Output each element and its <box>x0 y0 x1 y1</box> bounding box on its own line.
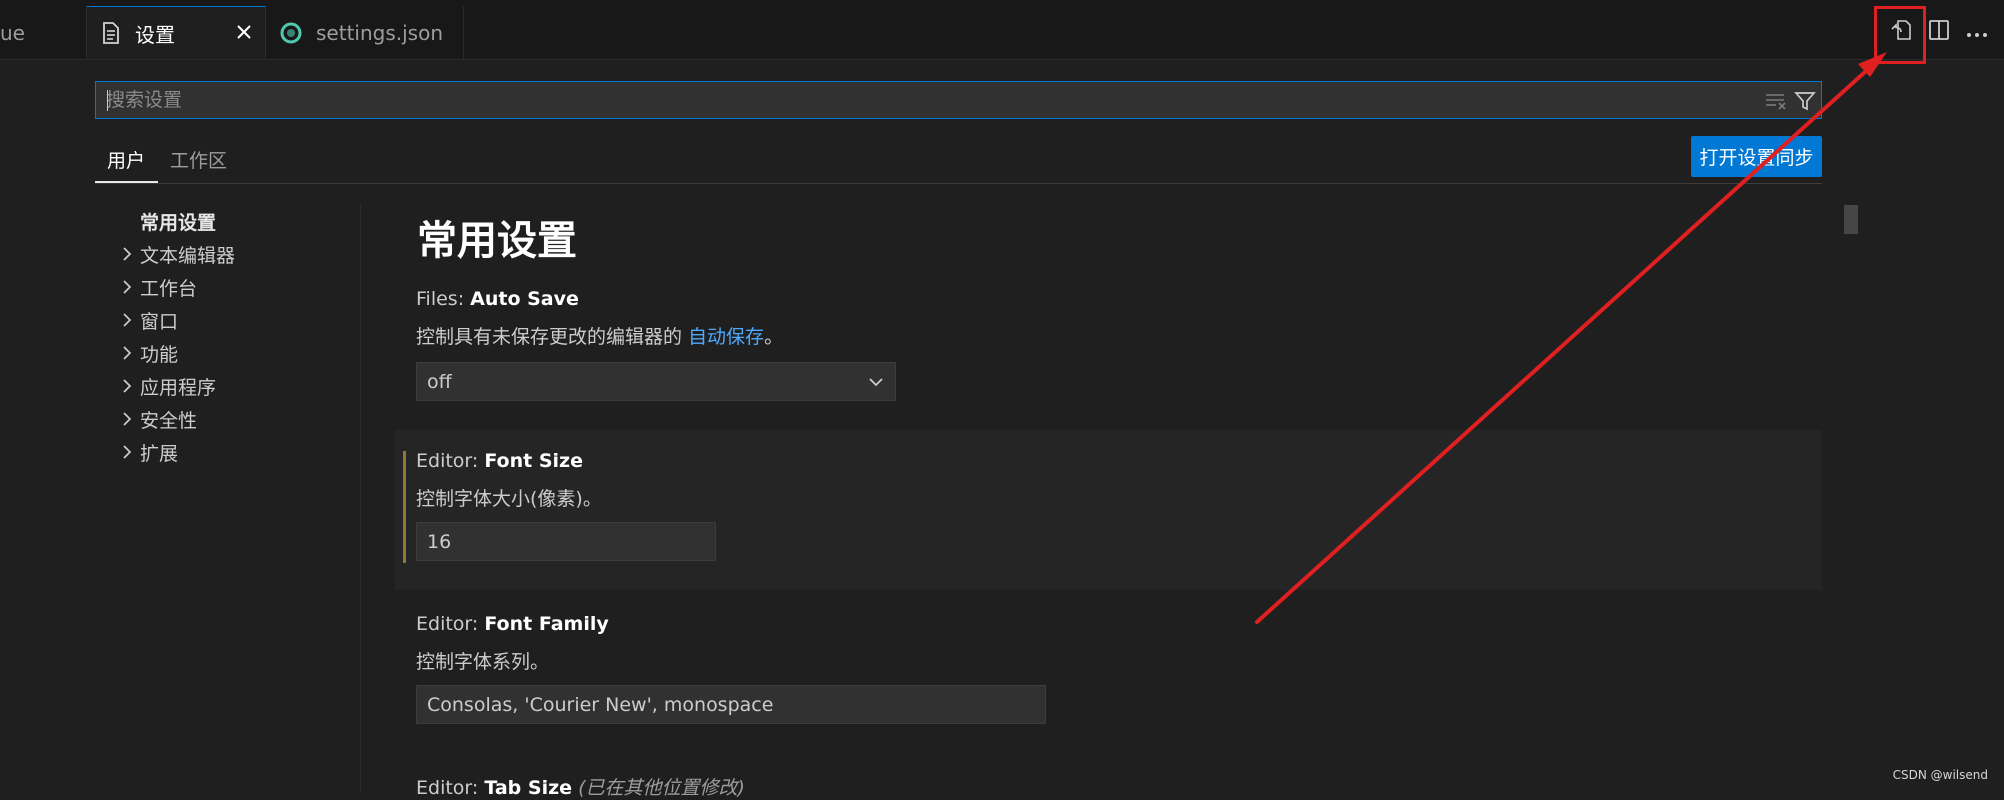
chevron-right-icon <box>123 379 132 393</box>
setting-desc-font-size: 控制字体大小(像素)。 <box>416 488 602 510</box>
json-file-icon <box>280 22 302 44</box>
settings-file-icon <box>101 22 121 44</box>
modified-elsewhere-note: (已在其他位置修改) <box>578 777 745 799</box>
toc-item-features[interactable]: 功能 <box>123 340 179 366</box>
more-actions-icon <box>1966 23 1988 42</box>
setting-title-auto-save: Files: Auto Save <box>416 288 579 310</box>
focused-setting-row <box>395 430 1822 590</box>
search-input[interactable] <box>106 82 1746 118</box>
toc-item-label: 应用程序 <box>140 376 217 399</box>
toc-item-extensions[interactable]: 扩展 <box>123 439 179 465</box>
auto-save-value: off <box>427 370 452 393</box>
setting-name: Font Size <box>484 450 583 472</box>
modified-indicator <box>403 451 406 563</box>
setting-name: Auto Save <box>470 288 579 310</box>
toc-item-common[interactable]: 常用设置 <box>140 208 216 234</box>
toc-item-security[interactable]: 安全性 <box>123 406 198 432</box>
scope-divider <box>95 183 1822 184</box>
setting-desc-suffix: 。 <box>764 326 784 348</box>
toc-item-label: 安全性 <box>140 409 198 432</box>
font-family-input[interactable]: Consolas, 'Courier New', monospace <box>416 685 1046 724</box>
toc-item-application[interactable]: 应用程序 <box>123 373 217 399</box>
setting-desc-text: 控制具有未保存更改的编辑器的 <box>416 326 689 348</box>
tab-settings-json-label: settings.json <box>316 20 444 45</box>
settings-search-box[interactable] <box>95 81 1822 119</box>
section-title: 常用设置 <box>417 218 577 264</box>
setting-title-font-family: Editor: Font Family <box>416 613 609 635</box>
setting-desc-auto-save: 控制具有未保存更改的编辑器的 自动保存。 <box>416 322 783 349</box>
more-actions-button[interactable] <box>1963 18 1991 46</box>
chevron-right-icon <box>123 247 132 261</box>
split-editor-icon <box>1928 19 1950 45</box>
setting-desc-font-family: 控制字体系列。 <box>416 651 550 673</box>
tab-previous-label: ue <box>0 20 25 45</box>
chevron-right-icon <box>123 346 132 360</box>
turn-on-settings-sync-button[interactable]: 打开设置同步 <box>1691 136 1822 177</box>
tab-user[interactable]: 用户 <box>107 146 145 173</box>
tab-settings-label: 设置 <box>135 22 175 47</box>
toc-item-text-editor[interactable]: 文本编辑器 <box>123 241 236 267</box>
tab-settings-json[interactable]: settings.json <box>266 6 464 59</box>
tab-previous[interactable]: ue <box>0 6 87 59</box>
auto-save-link[interactable]: 自动保存 <box>688 326 764 348</box>
chevron-down-icon <box>869 378 883 387</box>
toc-item-label: 工作台 <box>140 277 198 300</box>
setting-category: Editor: <box>416 450 485 472</box>
editor-tab-bar: ue 设置 settings.json <box>0 0 2004 60</box>
scrollbar-thumb[interactable] <box>1844 205 1858 234</box>
toc-item-workbench[interactable]: 工作台 <box>123 274 198 300</box>
auto-save-select[interactable]: off <box>416 362 896 401</box>
setting-category: Editor: <box>416 613 485 635</box>
font-size-input[interactable]: 16 <box>416 522 716 561</box>
chevron-right-icon <box>123 412 132 426</box>
font-size-value: 16 <box>427 530 452 553</box>
setting-name: Font Family <box>484 613 609 635</box>
tab-settings[interactable]: 设置 <box>87 6 266 59</box>
chevron-right-icon <box>123 313 132 327</box>
text-cursor <box>107 90 108 111</box>
annotation-highlight-box <box>1874 6 1926 64</box>
toc-item-label: 文本编辑器 <box>140 244 236 267</box>
setting-name: Tab Size <box>484 777 573 799</box>
setting-title-tab-size: Editor: Tab Size (已在其他位置修改) <box>416 773 745 800</box>
setting-category: Editor: <box>416 777 485 799</box>
toc-item-label: 常用设置 <box>140 211 217 234</box>
toc-item-window[interactable]: 窗口 <box>123 307 179 333</box>
close-icon[interactable] <box>233 21 255 43</box>
font-family-value: Consolas, 'Courier New', monospace <box>427 693 774 716</box>
tab-workspace[interactable]: 工作区 <box>170 146 227 173</box>
toc-item-label: 扩展 <box>140 442 179 465</box>
split-editor-button[interactable] <box>1925 18 1953 46</box>
toc-item-label: 窗口 <box>140 310 179 333</box>
toc-divider <box>360 204 361 791</box>
toc-item-label: 功能 <box>140 343 179 366</box>
chevron-right-icon <box>123 280 132 294</box>
setting-category: Files: <box>416 288 471 310</box>
watermark: CSDN @wilsend <box>1892 768 1988 782</box>
filter-icon[interactable] <box>1794 90 1816 116</box>
clear-filter-icon[interactable] <box>1764 91 1788 115</box>
setting-title-font-size: Editor: Font Size <box>416 450 583 472</box>
chevron-right-icon <box>123 445 132 459</box>
